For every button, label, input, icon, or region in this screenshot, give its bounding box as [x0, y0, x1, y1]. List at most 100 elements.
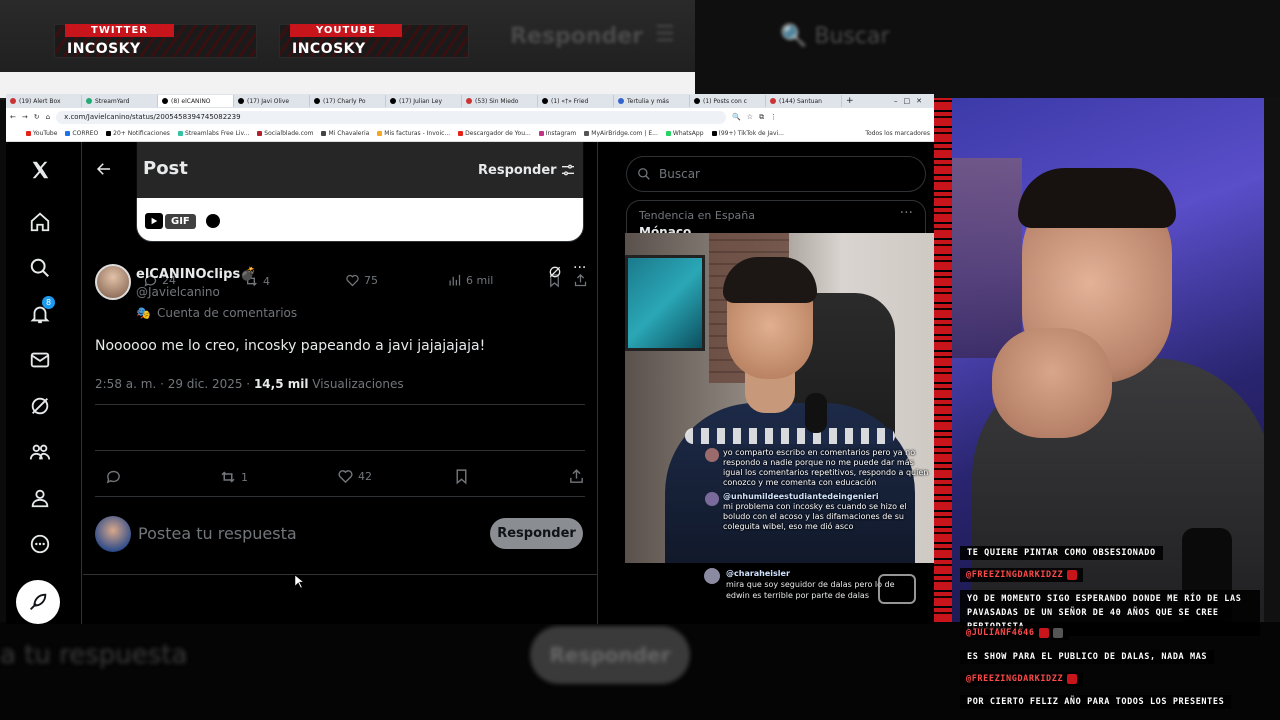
reply-input[interactable]: Postea tu respuesta [138, 524, 297, 543]
picture-in-picture-icon[interactable] [878, 574, 916, 604]
tab-favicon [162, 98, 168, 104]
below-video-chat: @charaheisler mira que soy seguidor de da… [700, 566, 934, 622]
feather-quill-icon [30, 593, 47, 610]
post-time-text[interactable]: 2:58 a. m. · 29 dic. 2025 · [95, 377, 254, 391]
reply-action[interactable] [105, 468, 122, 485]
back-arrow-icon[interactable] [95, 160, 113, 182]
profile-person-icon[interactable] [28, 486, 52, 510]
bookmark-item[interactable]: Instagram [538, 130, 577, 137]
cam-person-hand [992, 328, 1112, 438]
bookmark-item[interactable]: Streamlabs Free Liv... [177, 130, 249, 137]
bookmark-label: MyAirBridge.com | E... [591, 130, 658, 137]
views-chart-icon [449, 274, 461, 286]
forward-nav-icon[interactable]: → [22, 113, 28, 121]
zoom-icon[interactable]: 🔍 [732, 113, 741, 121]
x-logo-icon[interactable] [28, 158, 52, 182]
tab-favicon [10, 98, 16, 104]
all-bookmarks[interactable]: Todos los marcadores [865, 130, 930, 137]
tab-label: (17) Charly Po [323, 97, 366, 105]
bookmark-item[interactable]: Socialblade.com [257, 130, 313, 137]
cam-shelf [952, 158, 1022, 358]
play-icon[interactable] [145, 213, 163, 229]
bookmark-item[interactable]: Mis facturas - Invoic... [377, 130, 450, 137]
parody-account-label: 🎭 Cuenta de comentarios [136, 306, 297, 320]
bookmark-item[interactable]: Descargador de You... [458, 130, 531, 137]
gif-badge: GIF [145, 213, 220, 229]
explore-search-icon[interactable] [28, 256, 52, 280]
post-more-icon[interactable]: ··· [573, 260, 586, 276]
url-text: x.com/Javielcanino/status/20054583947450… [64, 113, 241, 121]
tab-favicon [694, 98, 700, 104]
browser-tab[interactable]: StreamYard [82, 95, 158, 107]
gif-label: GIF [165, 213, 196, 229]
share-icon[interactable] [568, 468, 585, 485]
window-controls[interactable]: –□✕ [894, 97, 928, 105]
stream-chat-user: @JULIANF4646 [960, 626, 1069, 640]
menu-icon[interactable]: ⋮ [770, 113, 777, 121]
divider [95, 496, 585, 497]
page-title: Post [143, 158, 188, 179]
author-handle[interactable]: @Javielcanino [136, 285, 220, 299]
author-avatar[interactable] [95, 264, 131, 300]
bookmark-label: 20+ Notificaciones [113, 130, 170, 137]
new-tab-button[interactable]: + [846, 96, 854, 106]
stream-chat-user: @FREEZINGDARKIDZZ [960, 568, 1084, 582]
more-options-icon[interactable] [28, 532, 52, 556]
grok-icon[interactable] [28, 394, 52, 418]
browser-tab[interactable]: (19) Alert Box [6, 95, 82, 107]
reload-icon[interactable]: ↻ [34, 113, 40, 121]
communities-icon[interactable] [28, 440, 52, 464]
chat-badge-icon [1067, 674, 1078, 684]
bookmark-icon[interactable] [453, 468, 470, 485]
bookmark-item[interactable]: Mi Chavaleria [321, 130, 369, 137]
repost-action[interactable]: 1 [219, 468, 248, 486]
browser-tab[interactable]: (17) Javi Olive [234, 95, 310, 107]
author-name[interactable]: elCANINOclips💣 [136, 267, 256, 282]
back-nav-icon[interactable]: ← [10, 113, 16, 121]
twitter-tag-label: TWITTER [65, 24, 174, 37]
bookmark-star-icon[interactable]: ☆ [747, 113, 753, 121]
notifications-bell-icon[interactable]: 8 [28, 296, 55, 326]
bookmark-label: Mi Chavaleria [328, 130, 370, 137]
bookmark-item[interactable]: WhatsApp [665, 130, 704, 137]
reply-submit-button[interactable]: Responder [490, 518, 583, 549]
twitter-tag: TWITTER INCOSKY [54, 24, 257, 58]
bookmark-item[interactable]: CORREO [65, 130, 98, 137]
own-avatar[interactable] [95, 516, 131, 552]
like-action[interactable]: 42 [337, 468, 372, 485]
grok-explain-icon[interactable] [547, 264, 563, 284]
trend-more-icon[interactable]: ··· [900, 205, 913, 221]
home-nav-icon[interactable] [28, 210, 52, 234]
header-reply-link[interactable]: Responder [478, 163, 557, 178]
bookmark-item[interactable]: MyAirBridge.com | E... [584, 130, 658, 137]
browser-tab[interactable]: Tertulia y más [614, 95, 690, 107]
home-icon[interactable]: ⌂ [46, 113, 50, 121]
bookmark-item[interactable]: YouTube [26, 130, 57, 137]
browser-tab[interactable]: (17) Julian Ley [386, 95, 462, 107]
bookmark-item[interactable]: 20+ Notificaciones [106, 130, 170, 137]
bookmark-item[interactable]: (99+) TikTok de Javi... [711, 130, 784, 137]
filter-sliders-icon[interactable] [560, 162, 576, 182]
prev-views-count[interactable]: 6 mil [447, 273, 493, 288]
chat-avatar [705, 492, 719, 506]
extensions-icon[interactable]: ⧉ [759, 113, 764, 122]
browser-tab[interactable]: (1) Posts con c [690, 95, 766, 107]
search-input[interactable]: Buscar [626, 156, 926, 192]
compose-post-button[interactable] [16, 580, 60, 624]
browser-tab[interactable]: (53) Sin Miedo [462, 95, 538, 107]
bookmark-icon [26, 131, 31, 136]
browser-tab-active[interactable]: (8) elCANINO [158, 95, 234, 107]
url-field[interactable]: x.com/Javielcanino/status/20054583947450… [56, 110, 727, 124]
reply-bubble-icon [106, 470, 120, 484]
browser-tab[interactable]: (1) «†» Fried [538, 95, 614, 107]
prev-like-count[interactable]: 75 [345, 273, 378, 288]
stream-chat-username: @FREEZINGDARKIDZZ [966, 674, 1064, 684]
search-icon [638, 168, 650, 180]
bookmark-label: Instagram [545, 130, 577, 137]
browser-tab[interactable]: (17) Charly Po [310, 95, 386, 107]
messages-mail-icon[interactable] [28, 348, 52, 372]
browser-tab[interactable]: (144) Santuan [766, 95, 842, 107]
bookmark-icon [106, 131, 112, 136]
below-chat-user: @charaheisler [726, 569, 790, 578]
ghost-filter-icon: ☰ [655, 22, 675, 47]
